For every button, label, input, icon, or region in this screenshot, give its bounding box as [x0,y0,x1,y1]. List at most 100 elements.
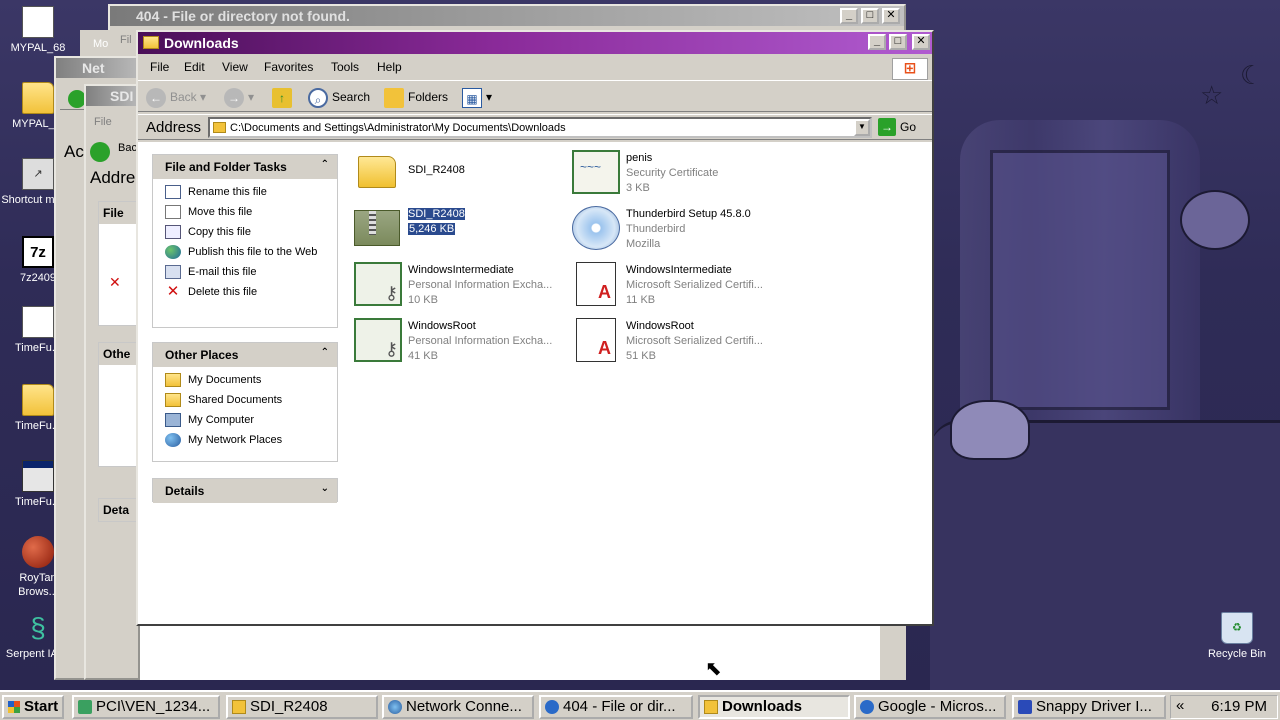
menu-bar: File Edit View Favorites Tools Help ⊞ [138,56,932,80]
menu-fragment: Fil [120,34,132,46]
pfx-certificate-icon [354,262,402,306]
menu-tools[interactable]: Tools [331,60,359,74]
globe-icon [165,245,181,259]
move-icon [165,205,181,219]
forward-button[interactable]: → ▾ [224,87,254,109]
expand-icon[interactable]: ⌄ [321,483,329,494]
window-network-title[interactable]: Net [56,58,138,78]
file-description: Thunderbird [626,223,686,235]
maximize-button[interactable]: □ [861,8,879,24]
close-button[interactable]: ✕ [912,34,930,50]
taskbar-button[interactable]: SDI_R2408 [226,695,378,719]
desktop-icon[interactable]: MYPAL_68 [0,6,76,55]
back-fragment: Bac [118,142,137,154]
file-item[interactable]: WindowsRoot Microsoft Serialized Certifi… [572,318,782,370]
collapse-icon[interactable]: ⌃ [321,347,329,358]
address-bar: Address C:\Documents and Settings\Admini… [138,114,932,140]
desktop-icon-label: 7z2409 [19,272,57,284]
folders-icon [384,87,404,108]
search-button[interactable]: ⌕ Search [308,87,370,109]
title-bar[interactable]: Downloads _ □ ✕ [138,32,932,54]
address-input[interactable]: C:\Documents and Settings\Administrator\… [208,117,872,138]
desktop-icon-label: RoyTan Brows... [18,572,58,598]
close-button[interactable]: ✕ [882,8,900,24]
taskbar-button[interactable]: PCI\VEN_1234... [72,695,220,719]
collapse-icon[interactable]: ⌃ [321,159,329,170]
taskbar-button[interactable]: 404 - File or dir... [539,695,693,719]
minimize-button[interactable]: _ [840,8,858,24]
views-button[interactable]: ▦ ▾ [462,87,492,109]
file-item[interactable]: WindowsIntermediate Personal Information… [354,262,564,314]
place-my-computer[interactable]: My Computer [165,413,337,428]
menu-favorites[interactable]: Favorites [264,60,313,74]
address-dropdown-button[interactable]: ▼ [854,119,870,136]
place-shared-documents[interactable]: Shared Documents [165,393,337,408]
task-email[interactable]: E-mail this file [165,265,337,280]
window-sdi[interactable]: SDI File Addre File ✕ Othe Deta [84,84,140,680]
maximize-button[interactable]: □ [889,34,907,50]
search-icon: ⌕ [308,87,328,108]
folders-button[interactable]: Folders [384,87,448,109]
taskbar-button[interactable]: Snappy Driver I... [1012,695,1166,719]
window-404-title[interactable]: 404 - File or directory not found. [110,6,904,26]
folder-icon [22,384,54,416]
file-item[interactable]: Thunderbird Setup 45.8.0 Thunderbird Moz… [572,206,782,258]
panel-header[interactable]: File and Folder Tasks ⌃ [153,155,337,179]
window-404-content [82,620,880,680]
explorer-window[interactable]: Downloads _ □ ✕ File Edit View Favorites… [136,30,934,626]
task-publish[interactable]: Publish this file to the Web [165,245,337,260]
file-item[interactable]: penis Security Certificate 3 KB [572,150,782,202]
network-icon [388,700,402,714]
folder-icon [704,700,718,714]
back-button[interactable]: ← Back ▾ [146,87,206,109]
folder-icon [358,156,396,188]
file-name: penis [626,152,653,164]
minimize-button[interactable]: _ [868,34,886,50]
file-item-folder[interactable]: SDI_R2408 [354,150,564,202]
file-name: WindowsIntermediate [408,264,514,276]
file-size: 41 KB [408,350,438,362]
file-name: WindowsRoot [408,320,476,332]
start-button[interactable]: Start [2,695,64,719]
taskbar: Start PCI\VEN_1234... SDI_R2408 Network … [0,690,1280,720]
panel-header[interactable]: Other Places ⌃ [153,343,337,367]
desktop-icon-recycle-bin[interactable]: ♻ Recycle Bin [1199,612,1275,661]
task-delete[interactable]: ✕ Delete this file [165,284,337,300]
menu-view[interactable]: View [222,60,248,74]
task-copy[interactable]: Copy this file [165,225,337,240]
desktop-icon-label: MYPAL_68 [10,42,66,54]
task-rename[interactable]: Rename this file [165,185,337,200]
browser-icon [545,700,559,714]
place-my-documents[interactable]: My Documents [165,373,337,388]
mouse-cursor-icon: ⬉ [705,658,722,680]
system-tray-clock[interactable]: 6:19 PM [1170,695,1278,719]
shortcut-icon: ↗ [22,158,54,190]
file-item-selected[interactable]: SDI_R2408 5,246 KB [354,206,564,258]
places-fragment: Othe [98,342,138,467]
file-size: 11 KB [626,294,656,306]
go-button[interactable]: → Go [878,118,916,136]
file-item[interactable]: WindowsIntermediate Microsoft Serialized… [572,262,782,314]
window-sdi-title[interactable]: SDI [86,86,138,106]
up-folder-button[interactable]: ↑ [272,87,296,109]
scrollbar[interactable] [880,626,906,680]
taskbar-button[interactable]: Google - Micros... [854,695,1006,719]
browser-icon [22,536,54,568]
task-move[interactable]: Move this file [165,205,337,220]
folder-icon [213,122,226,133]
taskbar-button-active[interactable]: Downloads [698,695,850,719]
place-network[interactable]: My Network Places [165,433,337,448]
menu-edit[interactable]: Edit [184,60,205,74]
certificate-icon [572,150,620,194]
tasks-fragment: File ✕ [98,201,138,326]
network-icon [165,433,181,447]
taskbar-button[interactable]: Network Conne... [382,695,534,719]
back-icon[interactable] [90,142,110,162]
menu-help[interactable]: Help [377,60,402,74]
file-item[interactable]: WindowsRoot Personal Information Excha..… [354,318,564,370]
menu-file[interactable]: File [150,60,169,74]
file-type: Microsoft Serialized Certifi... [626,335,763,347]
file-type: Microsoft Serialized Certifi... [626,279,763,291]
panel-header[interactable]: Details ⌄ [153,479,337,503]
serialized-certificate-icon [576,262,616,306]
